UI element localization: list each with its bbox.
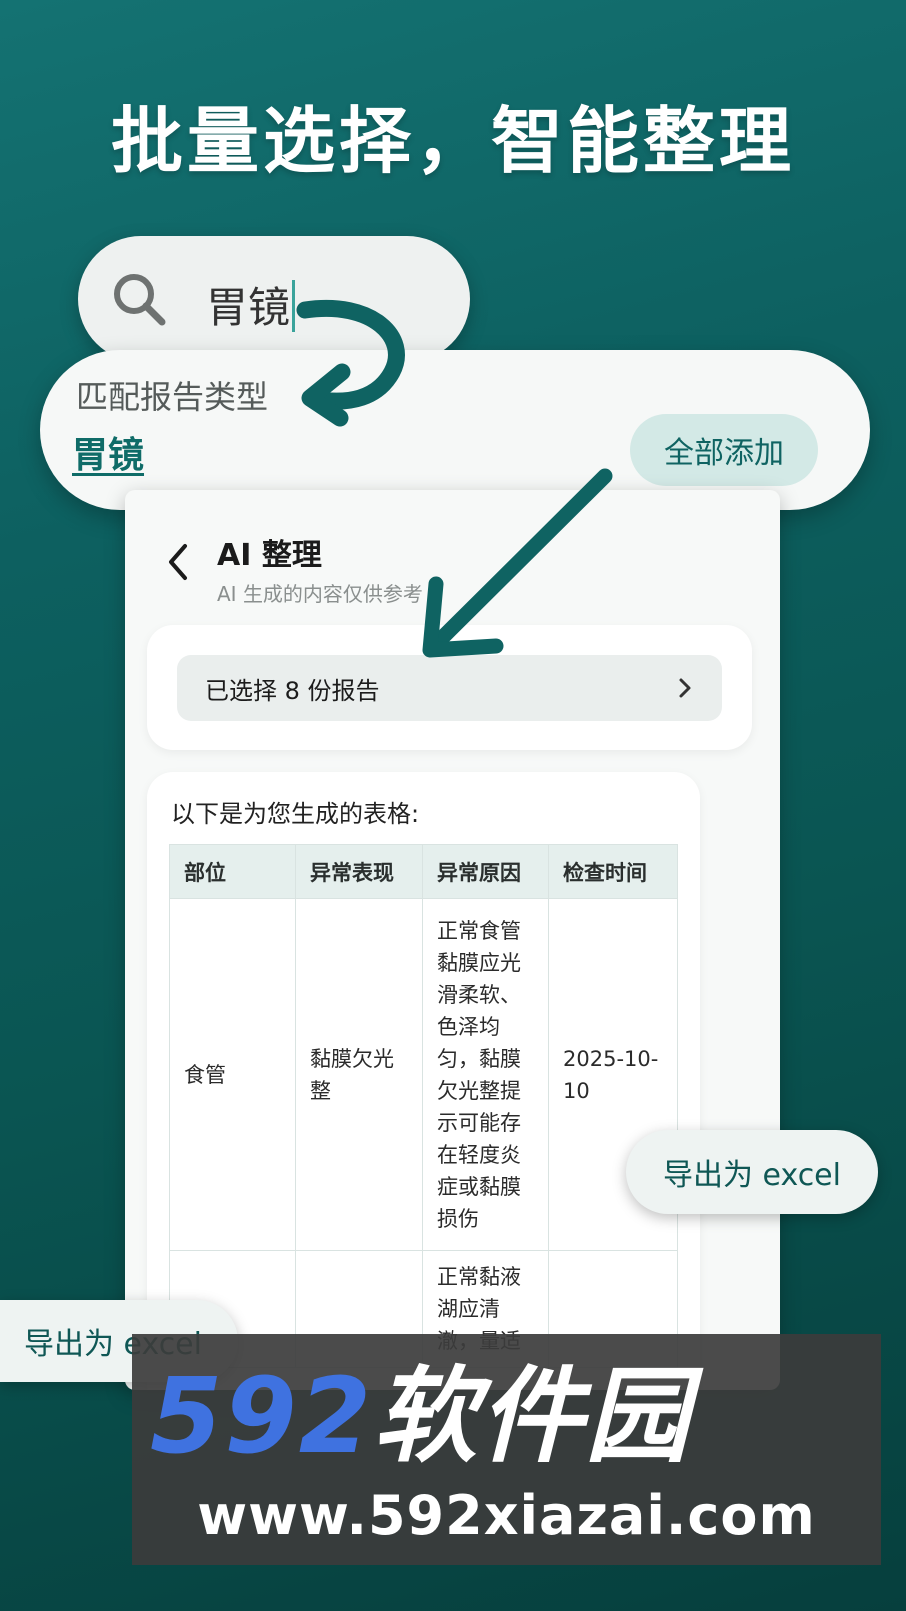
match-report-type-card: 匹配报告类型 胃镜 全部添加	[40, 350, 870, 510]
table-header-cell: 检查时间	[548, 844, 678, 899]
chevron-right-icon	[679, 678, 691, 698]
table-cell: 黏膜欠光整	[295, 898, 423, 1251]
table-header-cell: 异常原因	[422, 844, 549, 899]
search-bar[interactable]: 胃镜	[78, 236, 470, 362]
export-excel-button[interactable]: 导出为 excel	[626, 1130, 878, 1214]
match-value-link[interactable]: 胃镜	[72, 426, 144, 478]
table-cell: 正常食管黏膜应光滑柔软、色泽均匀，黏膜欠光整提示可能存在轻度炎症或黏膜损伤	[422, 898, 549, 1251]
page-subtitle: AI 生成的内容仅供参考	[217, 582, 423, 606]
search-input[interactable]: 胃镜	[206, 274, 296, 335]
headline: 批量选择，智能整理	[110, 99, 795, 183]
table-cell: 食管	[169, 898, 296, 1251]
table-header-row: 部位 异常表现 异常原因 检查时间	[169, 844, 678, 899]
watermark-brand: 软件园	[373, 1355, 692, 1477]
watermark-logo: 592软件园	[150, 1356, 691, 1476]
selection-card: 已选择 8 份报告	[147, 625, 752, 750]
table-header-cell: 部位	[169, 844, 296, 899]
match-label: 匹配报告类型	[76, 378, 269, 416]
back-arrow-icon[interactable]	[163, 542, 193, 582]
watermark-url: www.592xiazai.com	[197, 1484, 816, 1547]
watermark-number: 592	[150, 1355, 374, 1477]
table-row: 食管 黏膜欠光整 正常食管黏膜应光滑柔软、色泽均匀，黏膜欠光整提示可能存在轻度炎…	[169, 898, 678, 1251]
selected-reports-label: 已选择 8 份报告	[205, 676, 380, 705]
search-icon	[114, 274, 166, 326]
add-all-button[interactable]: 全部添加	[630, 414, 818, 486]
text-caret	[292, 280, 296, 332]
page-title: AI 整理	[217, 538, 322, 573]
table-header-cell: 异常表现	[295, 844, 423, 899]
result-intro: 以下是为您生成的表格:	[171, 800, 420, 828]
result-table: 部位 异常表现 异常原因 检查时间 食管 黏膜欠光整 正常食管黏膜应光滑柔软、色…	[169, 844, 678, 1368]
watermark: 592软件园 www.592xiazai.com	[132, 1334, 881, 1565]
result-card: 以下是为您生成的表格: 部位 异常表现 异常原因 检查时间 食管 黏膜欠光整 正…	[147, 772, 700, 1390]
search-query: 胃镜	[206, 283, 291, 332]
selected-reports-row[interactable]: 已选择 8 份报告	[177, 655, 722, 721]
ai-organize-screen: AI 整理 AI 生成的内容仅供参考 已选择 8 份报告 以下是为您生成的表格:…	[125, 490, 780, 1390]
